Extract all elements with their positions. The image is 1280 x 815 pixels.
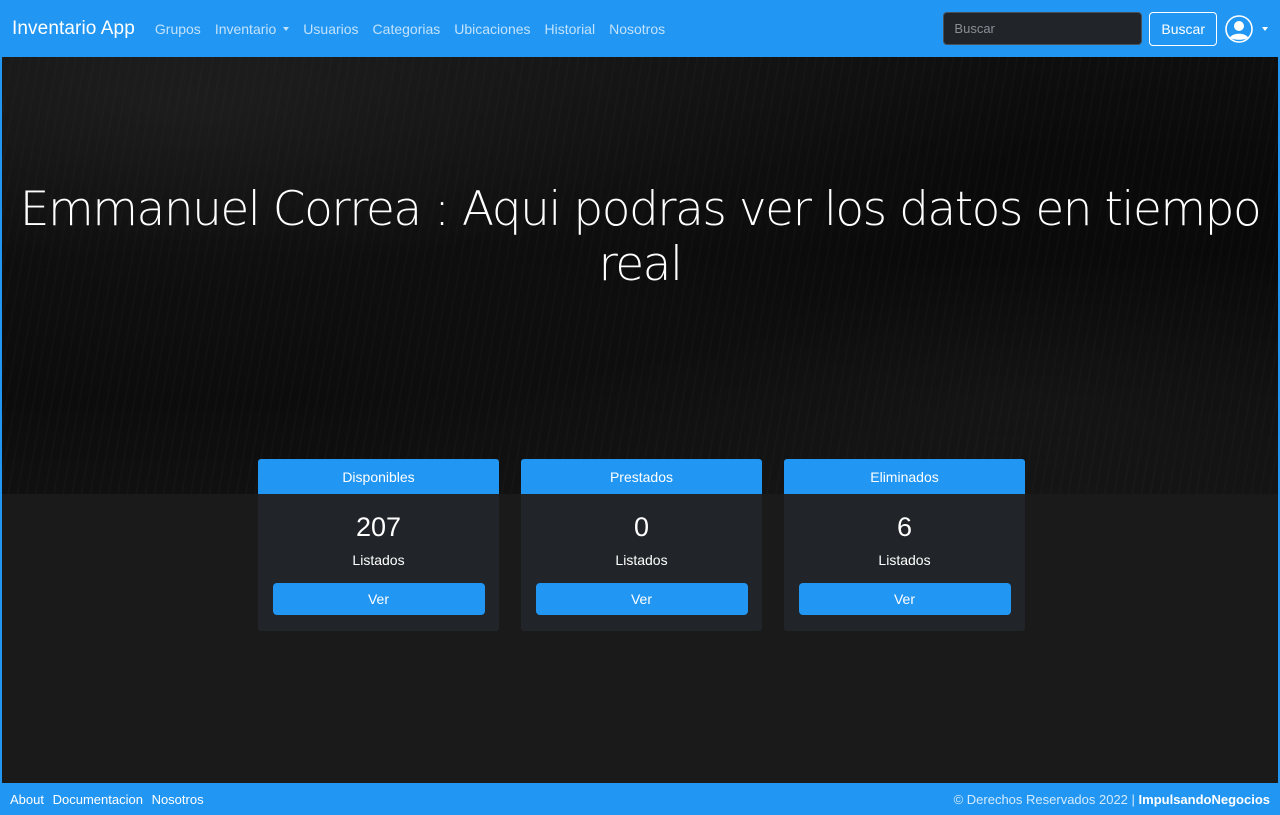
brand-link[interactable]: Inventario App [12,18,135,40]
card-count: 0 [633,512,650,542]
card-subtitle: Listados [352,552,405,568]
user-circle-icon [1225,14,1253,43]
ver-prestados-button[interactable]: Ver [535,583,748,615]
nav-right: Buscar [943,11,1268,46]
card-disponibles: Disponibles 207 Listados Ver [258,459,499,631]
card-header: Prestados [521,459,762,494]
top-navbar: Inventario App Grupos Inventario Usuario… [2,0,1278,57]
hero-banner: Emmanuel Correa : Aqui podras ver los da… [2,57,1278,494]
nav-links: Grupos Inventario Usuarios Categorias Ub… [155,21,679,37]
footer-link-about[interactable]: About [10,792,44,807]
footer-link-nosotros[interactable]: Nosotros [152,792,204,807]
search-button[interactable]: Buscar [1149,11,1217,46]
footer-brand: ImpulsandoNegocios [1138,791,1270,807]
nav-link-grupos[interactable]: Grupos [155,21,201,37]
nav-link-inventario-label: Inventario [214,20,277,37]
card-count: 207 [355,512,402,542]
stats-cards: Disponibles 207 Listados Ver Prestados 0… [258,459,1025,631]
card-prestados: Prestados 0 Listados Ver [521,459,762,631]
ver-disponibles-button[interactable]: Ver [272,583,485,615]
search-input[interactable] [943,12,1143,45]
card-header: Disponibles [258,459,499,494]
footer-copyright: © Derechos Reservados 2022 | ImpulsandoN… [954,792,1270,807]
copyright-text: © Derechos Reservados 2022 | [953,791,1135,807]
nav-link-categorias[interactable]: Categorias [373,21,441,37]
chevron-down-icon [283,26,290,31]
hero-title: Emmanuel Correa : Aqui podras ver los da… [19,182,1262,292]
card-eliminados: Eliminados 6 Listados Ver [784,459,1025,631]
card-subtitle: Listados [615,552,668,568]
nav-link-usuarios[interactable]: Usuarios [303,21,358,37]
user-menu-dropdown[interactable] [1225,14,1268,43]
nav-link-historial[interactable]: Historial [545,21,596,37]
card-header: Eliminados [784,459,1025,494]
footer-links: About Documentacion Nosotros [10,792,209,807]
ver-eliminados-button[interactable]: Ver [798,583,1011,615]
nav-link-ubicaciones[interactable]: Ubicaciones [454,21,530,37]
chevron-down-icon [1262,26,1268,31]
footer: About Documentacion Nosotros © Derechos … [2,783,1278,815]
card-count: 6 [896,512,913,542]
card-subtitle: Listados [878,552,931,568]
nav-dropdown-inventario[interactable]: Inventario [214,20,290,37]
footer-link-documentacion[interactable]: Documentacion [53,792,143,807]
nav-link-nosotros[interactable]: Nosotros [609,21,665,37]
